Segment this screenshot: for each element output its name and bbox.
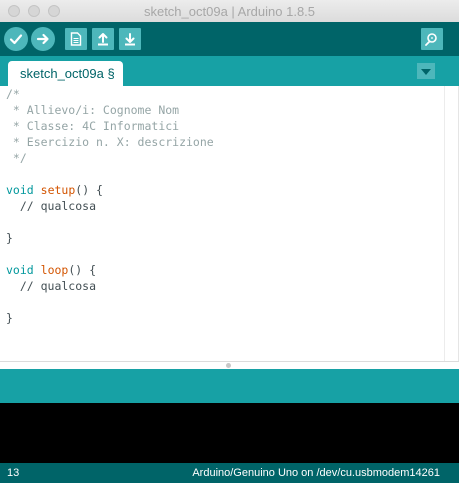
code-punctuation: () { [68, 263, 97, 277]
title-bar: sketch_oct09a | Arduino 1.8.5 [0, 0, 459, 23]
arduino-ide-window: sketch_oct09a | Arduino 1.8.5 sketch_oct… [0, 0, 459, 483]
code-text-line: // qualcosa [6, 279, 97, 293]
code-line: void setup() { [6, 182, 214, 198]
code-comment: * Esercizio n. X: descrizione [6, 135, 214, 149]
tab-sketch[interactable]: sketch_oct09a § [8, 61, 123, 86]
message-area [0, 369, 459, 403]
line-number: 13 [7, 467, 20, 479]
arrow-right-icon [36, 32, 50, 46]
code-line: // qualcosa [6, 278, 214, 294]
window-title: sketch_oct09a | Arduino 1.8.5 [143, 4, 316, 19]
code-punctuation: () { [75, 183, 103, 197]
check-icon [9, 32, 23, 46]
code-comment: /* [6, 87, 20, 101]
code-line: * Esercizio n. X: descrizione [6, 134, 214, 150]
code-comment: * Allievo/i: Cognome Nom [6, 103, 180, 117]
code-line: * Allievo/i: Cognome Nom [6, 102, 214, 118]
verify-button[interactable] [4, 27, 28, 51]
code-editor[interactable]: /* * Allievo/i: Cognome Nom * Classe: 4C… [0, 86, 459, 361]
code-text-line: } [6, 311, 13, 325]
save-arrow-down-icon [123, 32, 137, 46]
pane-divider[interactable] [0, 361, 459, 369]
code-comment: */ [6, 151, 27, 165]
code-comment: * Classe: 4C Informatici [6, 119, 180, 133]
new-file-icon [70, 32, 82, 46]
code-text[interactable]: /* * Allievo/i: Cognome Nom * Classe: 4C… [6, 86, 214, 326]
tab-menu-button[interactable] [417, 63, 435, 79]
status-bar: 13 Arduino/Genuino Uno on /dev/cu.usbmod… [0, 463, 459, 483]
triangle-down-icon [421, 62, 431, 80]
code-keyword: void [6, 263, 34, 277]
new-sketch-button[interactable] [65, 28, 87, 50]
code-text-line: } [6, 231, 13, 245]
toolbar [0, 22, 459, 56]
code-line: } [6, 310, 214, 326]
editor-scrollbar[interactable] [444, 86, 458, 361]
code-line: void loop() { [6, 262, 214, 278]
console-output[interactable] [0, 403, 459, 463]
code-function: setup [40, 183, 76, 197]
code-line: } [6, 230, 214, 246]
code-line: /* [6, 86, 214, 102]
divider-handle[interactable] [226, 363, 231, 368]
upload-button[interactable] [31, 27, 55, 51]
open-arrow-up-icon [96, 32, 110, 46]
code-function: loop [40, 263, 69, 277]
open-sketch-button[interactable] [92, 28, 114, 50]
board-port-info: Arduino/Genuino Uno on /dev/cu.usbmodem1… [192, 467, 440, 479]
serial-monitor-button[interactable] [421, 28, 443, 50]
code-line: */ [6, 150, 214, 166]
code-keyword: void [6, 183, 34, 197]
code-line: // qualcosa [6, 198, 214, 214]
tabs-bar: sketch_oct09a § [0, 56, 459, 86]
save-sketch-button[interactable] [119, 28, 141, 50]
code-text-line: // qualcosa [6, 199, 97, 213]
serial-monitor-icon [424, 32, 440, 46]
code-line: * Classe: 4C Informatici [6, 118, 214, 134]
